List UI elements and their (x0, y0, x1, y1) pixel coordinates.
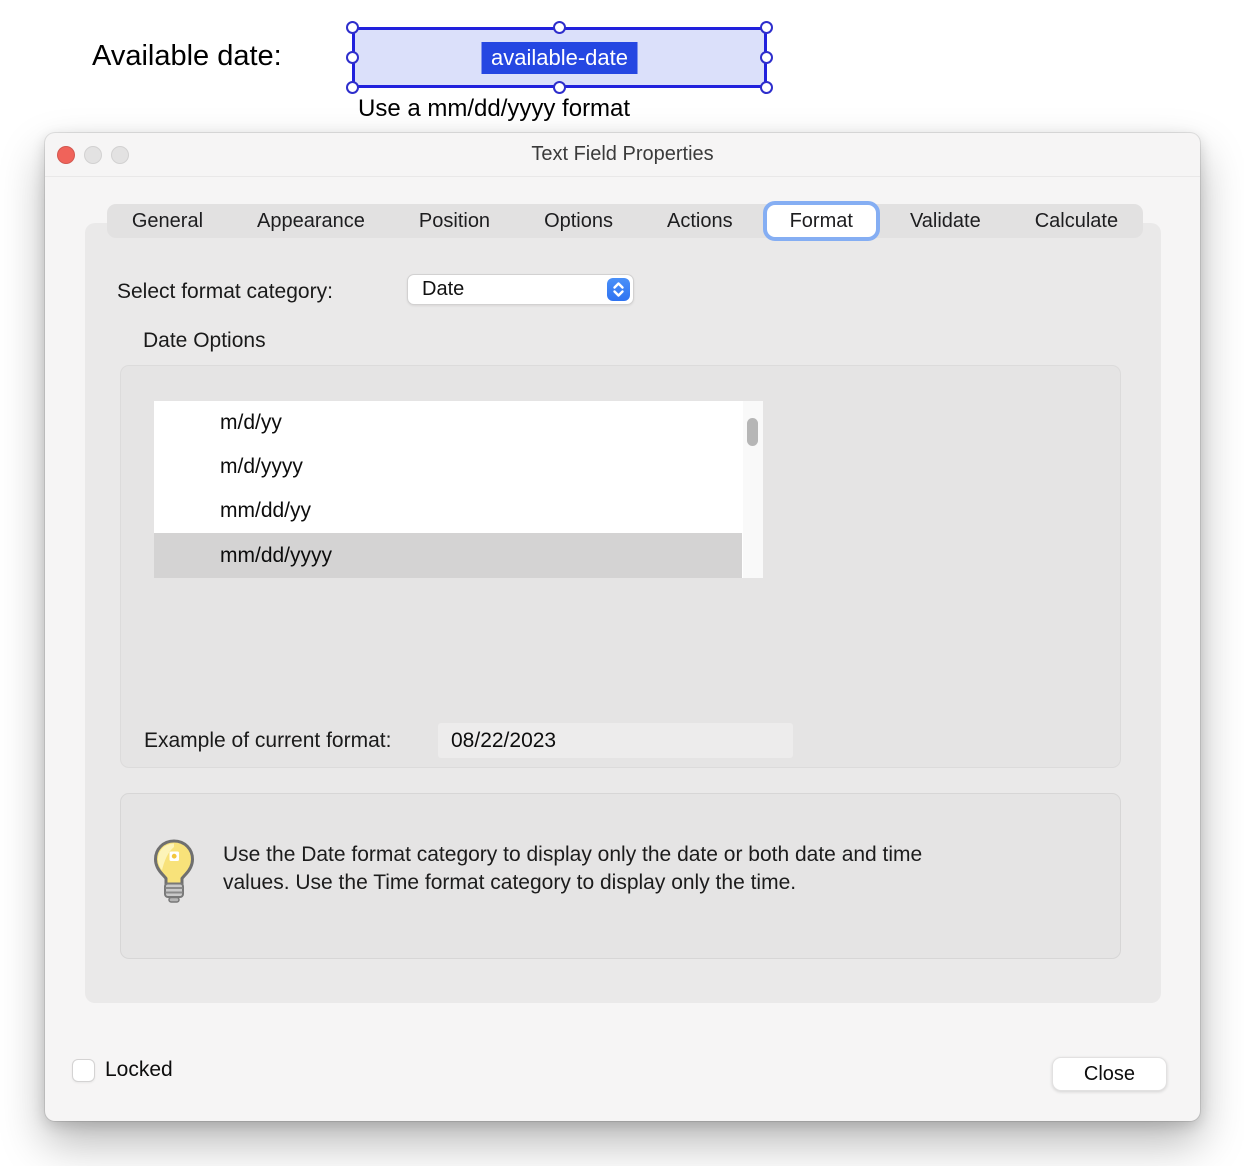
list-item-selected[interactable]: mm/dd/yyyy (154, 533, 742, 578)
field-tooltip: Use a mm/dd/yyyy format (358, 95, 630, 123)
hint-text: Use the Date format category to display … (223, 841, 988, 897)
locked-checkbox[interactable] (72, 1059, 95, 1082)
scrollbar-thumb[interactable] (747, 418, 758, 446)
form-field-label: Available date: (92, 40, 282, 73)
tab-options[interactable]: Options (517, 204, 640, 238)
up-down-chevrons-icon (607, 278, 630, 301)
selection-handle[interactable] (553, 81, 566, 94)
format-category-label: Select format category: (117, 280, 333, 304)
selection-handle[interactable] (346, 51, 359, 64)
close-button[interactable]: Close (1052, 1057, 1167, 1091)
selection-handle[interactable] (760, 51, 773, 64)
field-name-highlight: available-date (481, 42, 638, 74)
zoom-window-icon (111, 146, 129, 164)
available-date-field[interactable]: available-date (352, 27, 767, 88)
tab-position[interactable]: Position (392, 204, 517, 238)
format-category-select[interactable]: Date (407, 274, 634, 305)
format-category-value: Date (408, 278, 464, 301)
example-value-field: 08/22/2023 (438, 723, 793, 758)
date-format-list: m/d/yy m/d/yyyy mm/dd/yy mm/dd/yyyy (154, 401, 763, 578)
titlebar: Text Field Properties (45, 133, 1200, 177)
close-window-icon[interactable] (57, 146, 75, 164)
tab-general[interactable]: General (105, 204, 230, 238)
lightbulb-icon (151, 838, 197, 909)
list-item[interactable]: m/d/yyyy (154, 445, 742, 489)
pdf-page: Available date: available-date Use a mm/… (0, 0, 1244, 1166)
selection-handle[interactable] (760, 21, 773, 34)
text-field-properties-dialog: Text Field Properties Select format cate… (45, 133, 1200, 1121)
minimize-window-icon (84, 146, 102, 164)
tab-actions[interactable]: Actions (640, 204, 760, 238)
tab-bar: General Appearance Position Options Acti… (107, 204, 1143, 238)
list-item[interactable]: mm/dd/yy (154, 489, 742, 533)
locked-label: Locked (105, 1058, 173, 1082)
date-options-label: Date Options (143, 329, 266, 353)
date-options-group: m/d/yy m/d/yyyy mm/dd/yy mm/dd/yyyy Exam… (120, 365, 1121, 768)
tab-format[interactable]: Format (763, 201, 880, 241)
list-item[interactable]: m/d/yy (154, 401, 742, 445)
tab-validate[interactable]: Validate (883, 204, 1008, 238)
scrollbar[interactable] (743, 401, 763, 578)
selection-handle[interactable] (553, 21, 566, 34)
tab-calculate[interactable]: Calculate (1008, 204, 1145, 238)
tab-appearance[interactable]: Appearance (230, 204, 392, 238)
locked-control: Locked (72, 1058, 173, 1082)
tab-content-panel: Select format category: Date Date Option… (85, 223, 1161, 1003)
example-format-label: Example of current format: (144, 729, 391, 753)
example-value: 08/22/2023 (438, 729, 556, 753)
traffic-lights (57, 133, 129, 177)
selection-handle[interactable] (346, 21, 359, 34)
window-title: Text Field Properties (45, 143, 1200, 166)
selection-handle[interactable] (346, 81, 359, 94)
selection-handle[interactable] (760, 81, 773, 94)
hint-box: Use the Date format category to display … (120, 793, 1121, 959)
